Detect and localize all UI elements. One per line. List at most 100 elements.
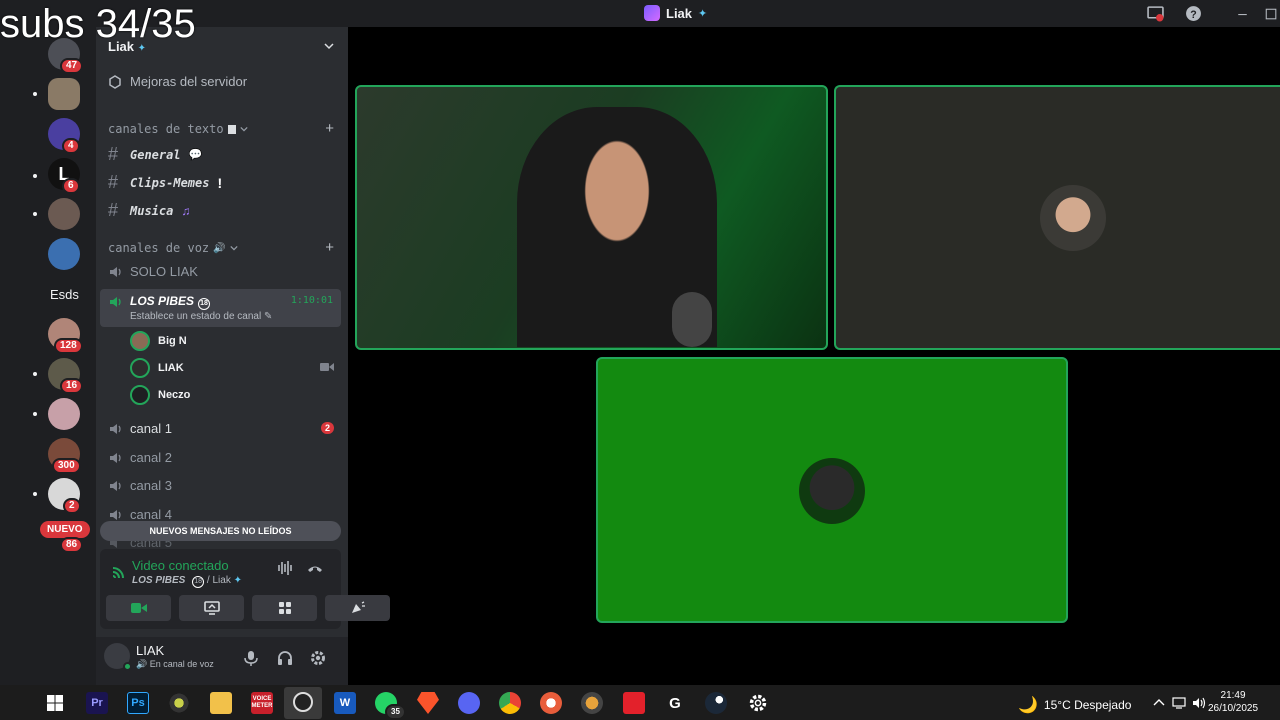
exclamation-icon: !	[217, 174, 223, 191]
server-icon-6[interactable]	[48, 238, 80, 270]
disconnect-icon[interactable]	[306, 559, 324, 577]
server-icon-10[interactable]: 300	[48, 438, 81, 474]
screen-share-icon[interactable]	[1147, 5, 1164, 22]
obs-like-app-icon[interactable]	[168, 692, 190, 714]
call-timer: 1:10:01	[290, 295, 333, 306]
unread-pip	[33, 492, 37, 496]
maximize-icon[interactable]	[1262, 5, 1279, 22]
camera-button[interactable]	[106, 595, 171, 621]
settings-gear-icon[interactable]	[747, 692, 769, 714]
voicemeeter-icon[interactable]: VOICE METER	[251, 692, 273, 714]
voice-channel-canal-2[interactable]: canal 2	[108, 450, 172, 465]
help-icon[interactable]: ?	[1185, 5, 1202, 22]
minimize-icon[interactable]	[1234, 5, 1251, 22]
speech-bubble-icon: 💬	[188, 149, 203, 161]
system-clock[interactable]: 21:49 26/10/2025	[1208, 689, 1258, 715]
soundboard-icon	[351, 601, 365, 613]
channel-status[interactable]: Establece un estado de canal ✎	[130, 311, 272, 322]
chrome-icon[interactable]	[499, 692, 521, 714]
voice-member-neczo[interactable]: Neczo	[130, 385, 190, 405]
new-messages-bar[interactable]: NUEVOS MENSAJES NO LEÍDOS	[100, 521, 341, 541]
premiere-pro-icon[interactable]: Pr	[86, 692, 108, 714]
voice-status-location: LOS PIBES 18 / Liak ✦	[132, 575, 242, 588]
window-title-text: Liak	[666, 5, 693, 21]
speaker-icon	[110, 509, 121, 520]
server-icon-4[interactable]: L6	[48, 158, 80, 194]
discord-taskbar-button[interactable]	[284, 687, 322, 719]
brave-browser-icon[interactable]	[417, 692, 439, 714]
mention-badge: 300	[52, 458, 81, 474]
username[interactable]: LIAK	[136, 643, 164, 658]
participant-avatar	[799, 458, 865, 524]
weather-widget[interactable]: 🌙 15°C Despejado	[1018, 695, 1131, 715]
microphone-icon[interactable]	[242, 649, 260, 667]
voice-channel-canal-3[interactable]: canal 3	[108, 478, 172, 493]
voice-channel-solo-liak[interactable]: SOLO LIAK	[108, 264, 198, 279]
channel-name: canal 4	[130, 507, 172, 522]
voice-status-title[interactable]: Video conectado	[132, 558, 229, 573]
voice-channel-canal-1[interactable]: canal 1	[108, 421, 172, 436]
voice-member-liak[interactable]: LIAK	[130, 358, 184, 378]
chevron-up-icon[interactable]	[1152, 696, 1166, 710]
boost-icon	[109, 74, 121, 89]
server-icon-11[interactable]: 2	[48, 478, 81, 514]
logitech-g-icon[interactable]: G	[664, 692, 686, 714]
activities-button[interactable]	[252, 595, 317, 621]
channel-name: Clips-Memes	[130, 175, 210, 190]
headphones-icon[interactable]	[276, 649, 294, 667]
server-icon-5[interactable]	[48, 198, 80, 230]
server-icon-8[interactable]: 16	[48, 358, 84, 394]
speaker-icon	[110, 266, 121, 277]
participant-avatar	[1040, 185, 1106, 251]
server-icon-7[interactable]: 128	[48, 318, 83, 354]
server-icon-9[interactable]	[48, 398, 80, 430]
speaker-icon	[110, 480, 121, 491]
settings-gear-icon[interactable]	[309, 649, 327, 667]
moon-icon: 🌙	[1018, 697, 1038, 714]
mention-badge: 16	[60, 378, 84, 394]
noise-suppression-icon[interactable]	[276, 559, 294, 577]
anydesk-icon[interactable]	[623, 692, 645, 714]
channel-musica[interactable]: # Musica ♫	[108, 200, 190, 221]
video-tile-camera-stream[interactable]	[355, 85, 828, 350]
soundboard-button[interactable]	[325, 595, 390, 621]
new-servers-pill[interactable]: NUEVO	[40, 521, 90, 538]
channel-general[interactable]: # General 💬	[108, 144, 202, 165]
channel-name: canal 2	[130, 450, 172, 465]
voice-channel-los-pibes[interactable]: LOS PIBES 18 Establece un estado de canal…	[100, 289, 341, 327]
age-restricted-badge: 18	[192, 576, 205, 588]
streaming-app-icon[interactable]	[540, 692, 562, 714]
photoshop-icon[interactable]: Ps	[127, 692, 149, 714]
add-voice-channel-button[interactable]: +	[325, 239, 334, 256]
add-text-channel-button[interactable]: +	[325, 120, 334, 137]
speaker-icon	[110, 452, 121, 463]
channel-clips-memes[interactable]: # Clips-Memes !	[108, 172, 222, 193]
avatar	[130, 385, 150, 405]
age-restricted-badge: 18	[198, 298, 211, 310]
server-icon-3[interactable]: 4	[48, 118, 80, 154]
file-explorer-icon[interactable]	[210, 692, 232, 714]
voice-member-big-n[interactable]: Big N	[130, 331, 187, 351]
server-boost-link[interactable]: Mejoras del servidor	[108, 74, 247, 89]
whatsapp-icon[interactable]: 35	[375, 692, 406, 720]
voice-category-header[interactable]: canales de voz 🔊	[108, 241, 238, 255]
video-camera-icon	[320, 363, 334, 371]
windows-start-icon[interactable]	[44, 692, 66, 714]
channel-name: canal 3	[130, 478, 172, 493]
discord-ptb-icon[interactable]	[458, 692, 480, 714]
mention-badge: 6	[62, 178, 80, 194]
server-icon-2[interactable]	[48, 78, 80, 110]
video-tile-voice-user[interactable]	[834, 85, 1280, 350]
word-icon[interactable]: W	[334, 692, 356, 714]
screen-share-button[interactable]	[179, 595, 244, 621]
video-tile-green-screen-user[interactable]	[596, 357, 1068, 623]
chevron-down-icon	[229, 245, 238, 251]
steam-icon[interactable]	[705, 692, 727, 714]
text-category-header[interactable]: canales de texto	[108, 122, 248, 136]
voice-channel-canal-4[interactable]: canal 4	[108, 507, 172, 522]
volume-icon[interactable]	[1192, 696, 1206, 710]
mention-badge: 4	[62, 138, 80, 154]
avatar	[130, 358, 150, 378]
network-icon[interactable]	[1172, 696, 1186, 710]
fl-studio-icon[interactable]	[581, 692, 603, 714]
